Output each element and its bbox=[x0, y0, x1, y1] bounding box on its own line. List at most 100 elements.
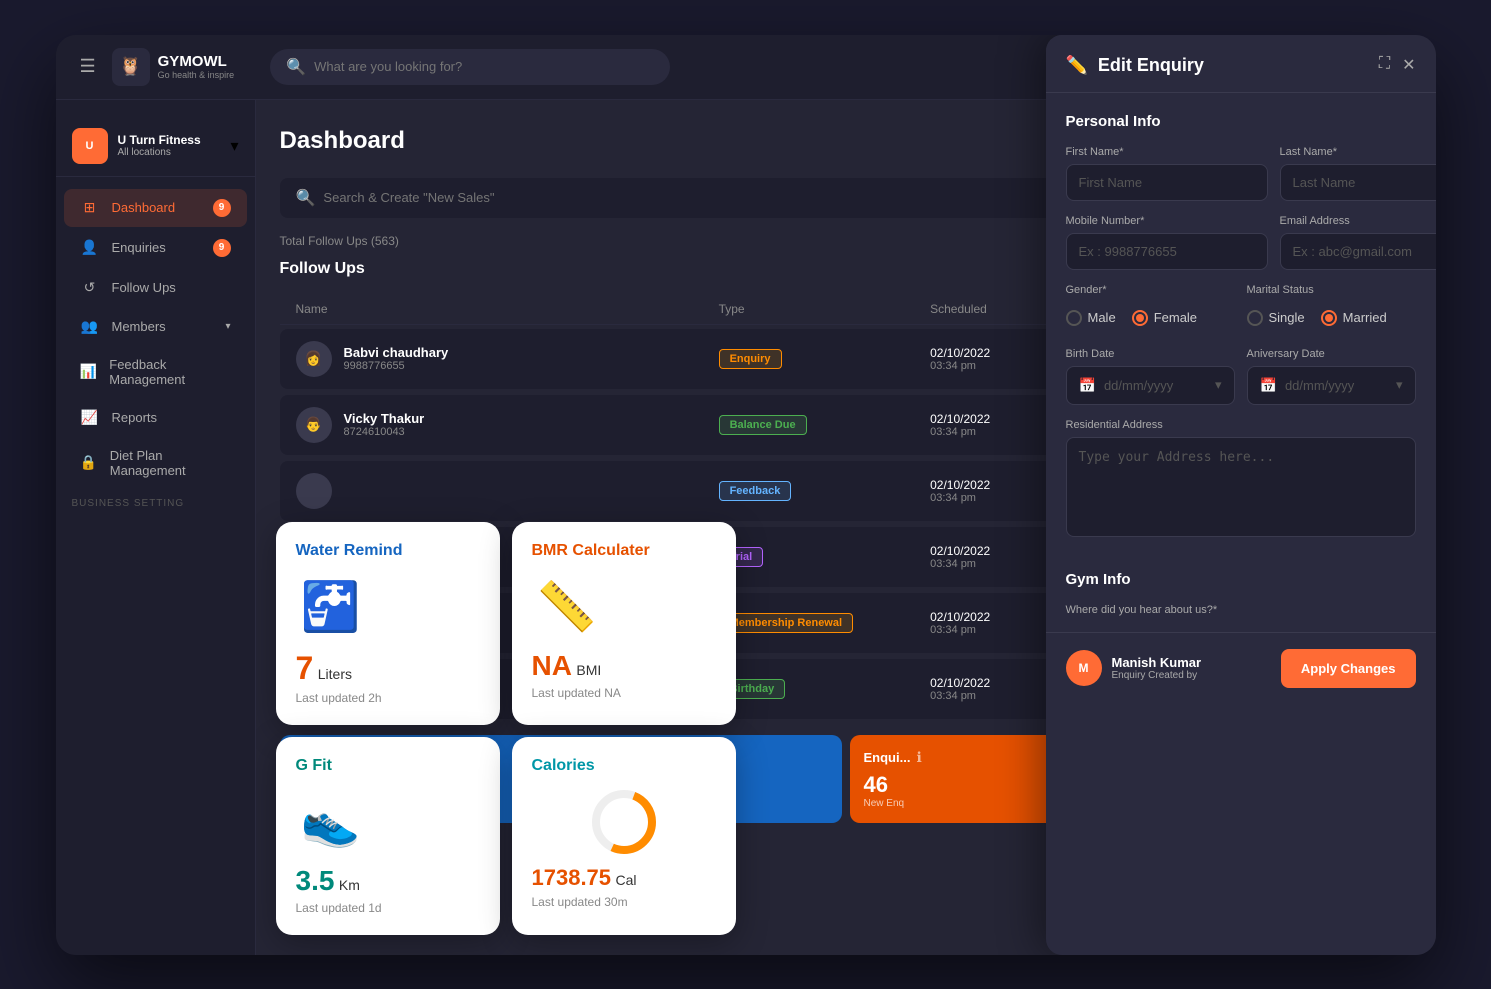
sidebar: U U Turn Fitness All locations ▾ ⊞ Dashb… bbox=[56, 100, 256, 955]
sidebar-item-label: Feedback Management bbox=[109, 357, 230, 387]
water-illustration: 🚰 bbox=[296, 572, 366, 642]
global-search-input[interactable] bbox=[314, 59, 654, 74]
source-label: Where did you hear about us?* bbox=[1066, 604, 1416, 616]
edit-enquiry-panel: ✏️ Edit Enquiry ⛶ ✕ Personal Info First … bbox=[1046, 100, 1436, 955]
sidebar-item-label: Enquiries bbox=[112, 240, 166, 255]
bmr-updated: Last updated NA bbox=[532, 686, 716, 700]
personal-info-section: Personal Info First Name* Last Name* Mob… bbox=[1046, 100, 1436, 537]
gender-group: Gender* Male Female bbox=[1066, 284, 1235, 334]
dashboard-icon: ⊞ bbox=[80, 199, 100, 216]
gfit-title: G Fit bbox=[296, 757, 480, 775]
sidebar-item-members[interactable]: 👥 Members ▾ bbox=[64, 308, 247, 345]
last-name-label: Last Name* bbox=[1280, 146, 1436, 158]
donut-chart bbox=[532, 787, 716, 857]
gender-marital-row: Gender* Male Female bbox=[1066, 284, 1416, 334]
member-phone: 8724610043 bbox=[344, 426, 425, 438]
sidebar-item-dietplan[interactable]: 🔒 Diet Plan Management bbox=[64, 438, 247, 488]
sidebar-item-enquiries[interactable]: 👤 Enquiries 9 bbox=[64, 229, 247, 267]
sidebar-item-reports[interactable]: 📈 Reports bbox=[64, 399, 247, 436]
search-icon: 🔍 bbox=[286, 57, 306, 77]
member-name: Babvi chaudhary bbox=[344, 345, 449, 360]
last-name-input[interactable] bbox=[1280, 164, 1436, 201]
bmr-card[interactable]: BMR Calculater 📏 NA BMI Last updated NA bbox=[512, 522, 736, 725]
gfit-value: 3.5 bbox=[296, 865, 335, 896]
anniversary-group: Aniversary Date 📅 dd/mm/yyyy ▾ bbox=[1247, 348, 1416, 405]
avatar: 👩 bbox=[296, 341, 332, 377]
sidebar-item-dashboard[interactable]: ⊞ Dashboard 9 bbox=[64, 189, 247, 227]
water-value: 7 bbox=[296, 650, 314, 686]
footer-avatar: M bbox=[1066, 650, 1102, 686]
col-name: Name bbox=[296, 302, 719, 316]
sidebar-item-label: Diet Plan Management bbox=[110, 448, 231, 478]
anniversary-input[interactable]: 📅 dd/mm/yyyy ▾ bbox=[1247, 366, 1416, 405]
water-updated: Last updated 2h bbox=[296, 691, 480, 705]
apply-changes-button[interactable]: Apply Changes bbox=[1281, 649, 1416, 688]
single-label: Single bbox=[1269, 310, 1305, 325]
panel-footer: M Manish Kumar Enquiry Created by Apply … bbox=[1046, 632, 1436, 704]
hamburger-icon[interactable]: ☰ bbox=[80, 56, 96, 77]
global-search-bar[interactable]: 🔍 bbox=[270, 49, 670, 85]
last-name-group: Last Name* bbox=[1280, 146, 1436, 201]
water-remind-card[interactable]: Water Remind 🚰 7 Liters Last updated 2h bbox=[276, 522, 500, 725]
calories-card[interactable]: Calories 1738.75 Cal Last updated 30m bbox=[512, 737, 736, 935]
birthdate-input[interactable]: 📅 dd/mm/yyyy ▾ bbox=[1066, 366, 1235, 405]
personal-info-title: Personal Info bbox=[1066, 113, 1416, 130]
members-icon: 👥 bbox=[80, 318, 100, 335]
mobile-input[interactable] bbox=[1066, 233, 1268, 270]
avatar: 👨 bbox=[296, 407, 332, 443]
footer-user-name: Manish Kumar bbox=[1112, 655, 1202, 670]
female-radio[interactable] bbox=[1132, 310, 1148, 326]
male-radio[interactable] bbox=[1066, 310, 1082, 326]
gfit-card[interactable]: G Fit 👟 3.5 Km Last updated 1d bbox=[276, 737, 500, 935]
type-badge: Balance Due bbox=[719, 415, 807, 435]
sidebar-item-followups[interactable]: ↺ Follow Ups bbox=[64, 269, 247, 306]
gym-info-title: Gym Info bbox=[1066, 571, 1416, 588]
page-title: Dashboard bbox=[280, 127, 405, 155]
followups-icon: ↺ bbox=[80, 279, 100, 296]
first-name-input[interactable] bbox=[1066, 164, 1268, 201]
mobile-label: Mobile Number* bbox=[1066, 215, 1268, 227]
app-tagline: Go health & inspire bbox=[158, 70, 235, 80]
water-title: Water Remind bbox=[296, 542, 480, 560]
address-textarea[interactable] bbox=[1066, 437, 1416, 537]
type-badge: Feedback bbox=[719, 481, 792, 501]
dietplan-icon: 🔒 bbox=[80, 454, 98, 471]
first-name-group: First Name* bbox=[1066, 146, 1268, 201]
logo-icon: 🦉 bbox=[112, 48, 150, 86]
sidebar-item-feedback[interactable]: 📊 Feedback Management bbox=[64, 347, 247, 397]
sidebar-item-label: Dashboard bbox=[112, 200, 176, 215]
married-radio[interactable] bbox=[1321, 310, 1337, 326]
gfit-unit: Km bbox=[339, 877, 360, 893]
anniversary-label: Aniversary Date bbox=[1247, 348, 1416, 360]
first-name-label: First Name* bbox=[1066, 146, 1268, 158]
member-phone: 9988776655 bbox=[344, 360, 449, 372]
gender-label: Gender* bbox=[1066, 284, 1235, 296]
marital-group: Marital Status Single Married bbox=[1247, 284, 1416, 334]
email-input[interactable] bbox=[1280, 233, 1436, 270]
new-enq-label: New Enq bbox=[864, 798, 922, 809]
anniversary-value: dd/mm/yyyy bbox=[1285, 378, 1354, 393]
footer-user: M Manish Kumar Enquiry Created by bbox=[1066, 650, 1202, 686]
gym-info-section: Gym Info Where did you hear about us?* bbox=[1046, 551, 1436, 616]
type-badge: Enquiry bbox=[719, 349, 782, 369]
search-icon: 🔍 bbox=[296, 188, 316, 208]
name-row: First Name* Last Name* bbox=[1066, 146, 1416, 201]
member-cell: 👩 Babvi chaudhary 9988776655 bbox=[296, 341, 719, 377]
footer-user-sub: Enquiry Created by bbox=[1112, 670, 1202, 681]
avatar bbox=[296, 473, 332, 509]
female-label: Female bbox=[1154, 310, 1197, 325]
enquiry-count: 46 bbox=[864, 772, 922, 798]
app-name: GYMOWL bbox=[158, 53, 235, 70]
single-radio[interactable] bbox=[1247, 310, 1263, 326]
birthdate-label: Birth Date bbox=[1066, 348, 1235, 360]
marital-label: Marital Status bbox=[1247, 284, 1416, 296]
married-option[interactable]: Married bbox=[1321, 310, 1387, 326]
single-option[interactable]: Single bbox=[1247, 310, 1305, 326]
gender-male-option[interactable]: Male bbox=[1066, 310, 1116, 326]
date-row: Birth Date 📅 dd/mm/yyyy ▾ Aniversary Dat… bbox=[1066, 348, 1416, 405]
member-cell bbox=[296, 473, 719, 509]
member-name: Vicky Thakur bbox=[344, 411, 425, 426]
member-cell: 👨 Vicky Thakur 8724610043 bbox=[296, 407, 719, 443]
gender-female-option[interactable]: Female bbox=[1132, 310, 1197, 326]
sidebar-profile[interactable]: U U Turn Fitness All locations ▾ bbox=[56, 116, 255, 177]
